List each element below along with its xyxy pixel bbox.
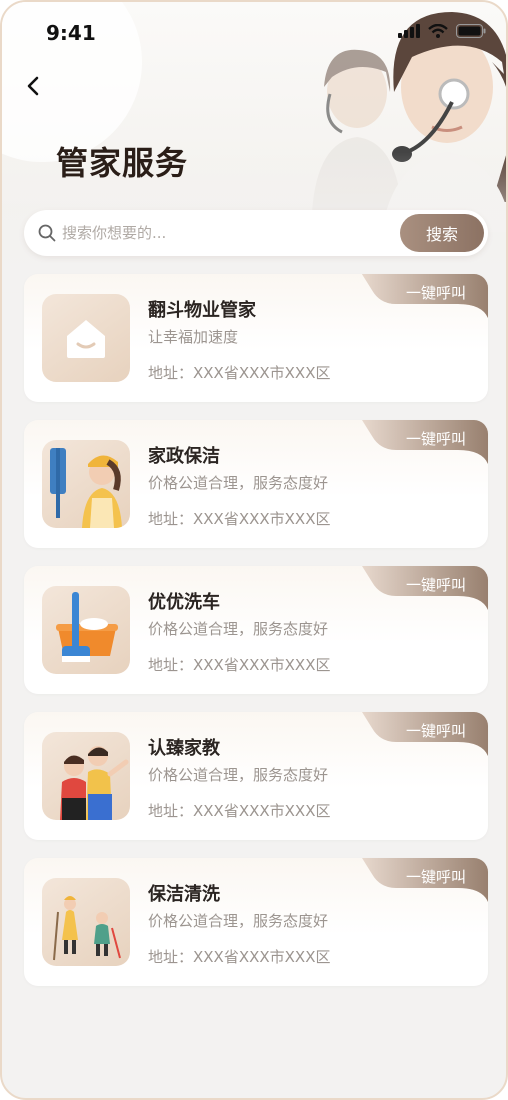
cleaner-icon — [42, 440, 130, 528]
house-icon — [42, 294, 130, 382]
wifi-icon — [428, 24, 448, 38]
call-button-label: 一键呼叫 — [405, 722, 466, 740]
tutor-icon — [42, 732, 130, 820]
call-button-label: 一键呼叫 — [405, 284, 466, 302]
call-button[interactable]: 一键呼叫 — [362, 712, 488, 756]
chevron-left-icon — [27, 76, 39, 96]
service-address: 地址：XXX省XXX市XXX区 — [148, 948, 331, 966]
search-button[interactable]: 搜索 — [400, 214, 484, 252]
service-title: 家政保洁 — [148, 446, 220, 467]
car-wash-icon — [42, 586, 130, 674]
call-button-label: 一键呼叫 — [405, 430, 466, 448]
service-description: 价格公道合理，服务态度好 — [148, 474, 329, 492]
service-card[interactable]: 一键呼叫 优优洗车 价格公道合理，服务态度好 地址：XXX省XXX市XXX区 — [24, 566, 488, 694]
battery-icon — [456, 24, 486, 38]
service-title: 翻斗物业管家 — [148, 300, 256, 321]
service-description: 让幸福加速度 — [148, 328, 239, 346]
service-description: 价格公道合理，服务态度好 — [148, 766, 329, 784]
signal-icon — [398, 24, 420, 38]
search-input[interactable] — [62, 220, 382, 246]
service-title: 保洁清洗 — [148, 884, 220, 905]
service-card[interactable]: 一键呼叫 家政保洁 价格公道合理，服务态度好 地址：XXX省XXX市XXX区 — [24, 420, 488, 548]
call-button-label: 一键呼叫 — [405, 576, 466, 594]
status-icons — [398, 24, 486, 38]
service-address: 地址：XXX省XXX市XXX区 — [148, 364, 331, 382]
page-title: 管家服务 — [56, 144, 189, 182]
service-address: 地址：XXX省XXX市XXX区 — [148, 656, 331, 674]
service-description: 价格公道合理，服务态度好 — [148, 912, 329, 930]
cleaning-crew-icon — [42, 878, 130, 966]
service-description: 价格公道合理，服务态度好 — [148, 620, 329, 638]
phone-frame: 9:41 管家服务 搜索你想要的... 搜索 一键呼叫 翻斗物业管家 让幸福加速… — [0, 0, 508, 1100]
call-button[interactable]: 一键呼叫 — [362, 420, 488, 464]
call-button[interactable]: 一键呼叫 — [362, 274, 488, 318]
service-list: 一键呼叫 翻斗物业管家 让幸福加速度 地址：XXX省XXX市XXX区 一键呼叫 — [24, 274, 488, 1004]
call-button[interactable]: 一键呼叫 — [362, 566, 488, 610]
call-button-label: 一键呼叫 — [405, 868, 466, 886]
status-bar: 9:41 — [2, 2, 506, 62]
status-time: 9:41 — [46, 21, 96, 45]
service-address: 地址：XXX省XXX市XXX区 — [148, 802, 331, 820]
back-button[interactable] — [22, 74, 44, 98]
search-icon — [38, 224, 56, 242]
service-address: 地址：XXX省XXX市XXX区 — [148, 510, 331, 528]
service-title: 优优洗车 — [148, 592, 220, 613]
search-bar: 搜索 — [24, 210, 488, 256]
call-button[interactable]: 一键呼叫 — [362, 858, 488, 902]
service-card[interactable]: 一键呼叫 保洁清洗 价格公道合理，服务态度好 地址：XXX省XXX市XXX区 — [24, 858, 488, 986]
service-card[interactable]: 一键呼叫 认臻家教 价格公道合理，服务态度好 地址：XXX省XXX市XXX区 — [24, 712, 488, 840]
service-card[interactable]: 一键呼叫 翻斗物业管家 让幸福加速度 地址：XXX省XXX市XXX区 — [24, 274, 488, 402]
service-title: 认臻家教 — [148, 738, 220, 759]
